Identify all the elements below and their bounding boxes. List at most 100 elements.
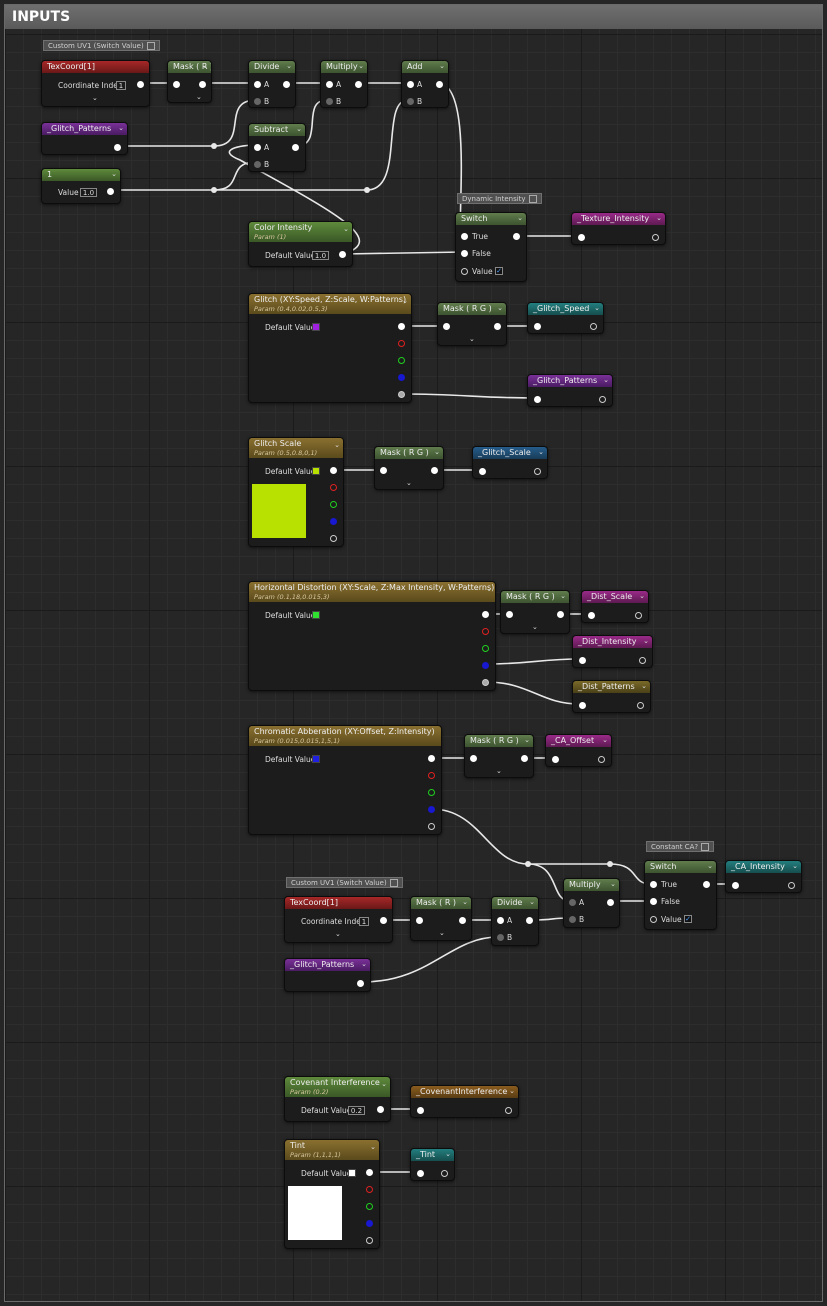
divide-node-top[interactable]: Divide ⌄ A B [248, 60, 296, 108]
coord-index-field[interactable]: 1 [116, 81, 126, 90]
expand-chevron-icon[interactable]: ⌄ [335, 930, 341, 938]
dist-scale-set-node[interactable]: _Dist_Scale ⌄ [581, 590, 649, 623]
output-rgba-pin[interactable] [482, 611, 489, 618]
texcoord-node-bottom[interactable]: TexCoord[1] Coordinate Index 1 ⌄ [284, 896, 393, 943]
collapse-chevron-icon[interactable]: ⌄ [656, 214, 662, 222]
coord-index-field[interactable]: 1 [359, 917, 369, 926]
collapse-chevron-icon[interactable]: ⌄ [370, 1143, 376, 1151]
output-pin[interactable] [598, 756, 605, 763]
input-pin[interactable] [588, 612, 595, 619]
input-pin[interactable] [417, 1107, 424, 1114]
collapse-chevron-icon[interactable]: ⌄ [334, 441, 340, 449]
output-rgba-pin[interactable] [330, 467, 337, 474]
collapse-chevron-icon[interactable]: ⌄ [296, 125, 302, 133]
input-pin-a[interactable] [497, 917, 504, 924]
default-value-field[interactable]: 1.0 [312, 251, 329, 260]
collapse-chevron-icon[interactable]: ⌄ [538, 448, 544, 456]
comment-constant-ca[interactable]: Constant CA? [646, 841, 715, 852]
input-pin-a[interactable] [326, 81, 333, 88]
output-rgba-pin[interactable] [366, 1169, 373, 1176]
input-pin[interactable] [443, 323, 450, 330]
input-pin-a[interactable] [569, 899, 576, 906]
subtract-node[interactable]: Subtract ⌄ A B [248, 123, 306, 172]
output-b-pin[interactable] [482, 662, 489, 669]
output-a-pin[interactable] [482, 679, 489, 686]
input-pin-b[interactable] [569, 916, 576, 923]
collapse-chevron-icon[interactable]: ⌄ [602, 736, 608, 744]
output-pin[interactable] [199, 81, 206, 88]
input-pin[interactable] [552, 756, 559, 763]
output-pin[interactable] [513, 233, 520, 240]
output-a-pin[interactable] [330, 535, 337, 542]
add-node-top[interactable]: Add ⌄ A B [401, 60, 449, 108]
collapse-chevron-icon[interactable]: ⌄ [497, 304, 503, 312]
input-pin[interactable] [506, 611, 513, 618]
mask-r-node-bottom[interactable]: Mask ( R ) ⌄ ⌄ [410, 896, 472, 941]
comment-bubble-icon[interactable] [146, 42, 155, 50]
output-pin[interactable] [380, 917, 387, 924]
mask-rg-node-dist[interactable]: Mask ( R G ) ⌄ ⌄ [500, 590, 570, 634]
input-pin[interactable] [579, 657, 586, 664]
glitch-patterns-set-node[interactable]: _Glitch_Patterns ⌄ [527, 374, 613, 407]
output-pin[interactable] [459, 917, 466, 924]
glitch-speed-set-node[interactable]: _Glitch_Speed ⌄ [527, 302, 604, 334]
output-pin[interactable] [637, 702, 644, 709]
output-b-pin[interactable] [366, 1220, 373, 1227]
output-g-pin[interactable] [398, 357, 405, 364]
texcoord-node-top[interactable]: TexCoord[1] Coordinate Index 1 ⌄ [41, 60, 150, 107]
dist-intensity-set-node[interactable]: _Dist_Intensity ⌄ [572, 635, 653, 668]
input-pin-true[interactable] [461, 233, 468, 240]
glitch-param-node[interactable]: Glitch (XY:Speed, Z:Scale, W:Patterns) Pa… [248, 293, 412, 403]
collapse-chevron-icon[interactable]: ⌄ [524, 736, 530, 744]
input-pin[interactable] [416, 917, 423, 924]
output-pin[interactable] [534, 468, 541, 475]
input-pin-false[interactable] [650, 898, 657, 905]
input-pin-b[interactable] [407, 98, 414, 105]
mask-r-node-top[interactable]: Mask ( R ) ⌄ ⌄ [167, 60, 212, 103]
output-b-pin[interactable] [428, 806, 435, 813]
collapse-chevron-icon[interactable]: ⌄ [517, 214, 523, 222]
output-pin[interactable] [639, 657, 646, 664]
collapse-chevron-icon[interactable]: ⌄ [643, 637, 649, 645]
input-pin-b[interactable] [326, 98, 333, 105]
collapse-chevron-icon[interactable]: ⌄ [509, 1087, 515, 1095]
default-value-field[interactable]: 0.2 [348, 1106, 365, 1115]
collapse-chevron-icon[interactable]: ⌄ [286, 62, 292, 70]
expand-chevron-icon[interactable]: ⌄ [92, 94, 98, 102]
output-pin[interactable] [788, 882, 795, 889]
constant-one-node[interactable]: 1 ⌄ Value 1.0 [41, 168, 121, 204]
color-swatch[interactable] [312, 611, 320, 619]
collapse-chevron-icon[interactable]: ⌄ [529, 898, 535, 906]
collapse-chevron-icon[interactable]: ⌄ [639, 592, 645, 600]
expand-chevron-icon[interactable]: ⌄ [439, 929, 445, 937]
value-field[interactable]: 1.0 [80, 188, 97, 197]
collapse-chevron-icon[interactable]: ⌄ [402, 297, 408, 305]
output-pin[interactable] [436, 81, 443, 88]
color-swatch[interactable] [312, 323, 320, 331]
collapse-chevron-icon[interactable]: ⌄ [486, 585, 492, 593]
collapse-chevron-icon[interactable]: ⌄ [707, 862, 713, 870]
input-pin[interactable] [417, 1170, 424, 1177]
glitch-scale-param-node[interactable]: Glitch Scale Param (0.5,0.8,0,1) ⌄ Defaul… [248, 437, 344, 547]
collapse-chevron-icon[interactable]: ⌄ [439, 62, 445, 70]
comment-dynamic-intensity[interactable]: Dynamic Intensity [457, 193, 542, 204]
output-pin[interactable] [114, 144, 121, 151]
collapse-chevron-icon[interactable]: ⌄ [381, 1080, 387, 1088]
color-swatch[interactable] [348, 1169, 356, 1177]
expand-chevron-icon[interactable]: ⌄ [406, 479, 412, 487]
comment-bubble-icon[interactable] [701, 843, 710, 851]
collapse-chevron-icon[interactable]: ⌄ [202, 62, 208, 70]
ca-intensity-set-node[interactable]: _CA_Intensity ⌄ [725, 860, 802, 893]
dist-patterns-set-node[interactable]: _Dist_Patterns ⌄ [572, 680, 651, 713]
collapse-chevron-icon[interactable]: ⌄ [343, 225, 349, 233]
input-pin-a[interactable] [254, 81, 261, 88]
expand-chevron-icon[interactable]: ⌄ [469, 335, 475, 343]
output-pin[interactable] [441, 1170, 448, 1177]
expand-chevron-icon[interactable]: ⌄ [532, 623, 538, 631]
input-pin[interactable] [534, 396, 541, 403]
expand-chevron-icon[interactable]: ⌄ [196, 93, 202, 101]
output-g-pin[interactable] [330, 501, 337, 508]
output-a-pin[interactable] [428, 823, 435, 830]
output-pin[interactable] [557, 611, 564, 618]
input-pin-false[interactable] [461, 250, 468, 257]
